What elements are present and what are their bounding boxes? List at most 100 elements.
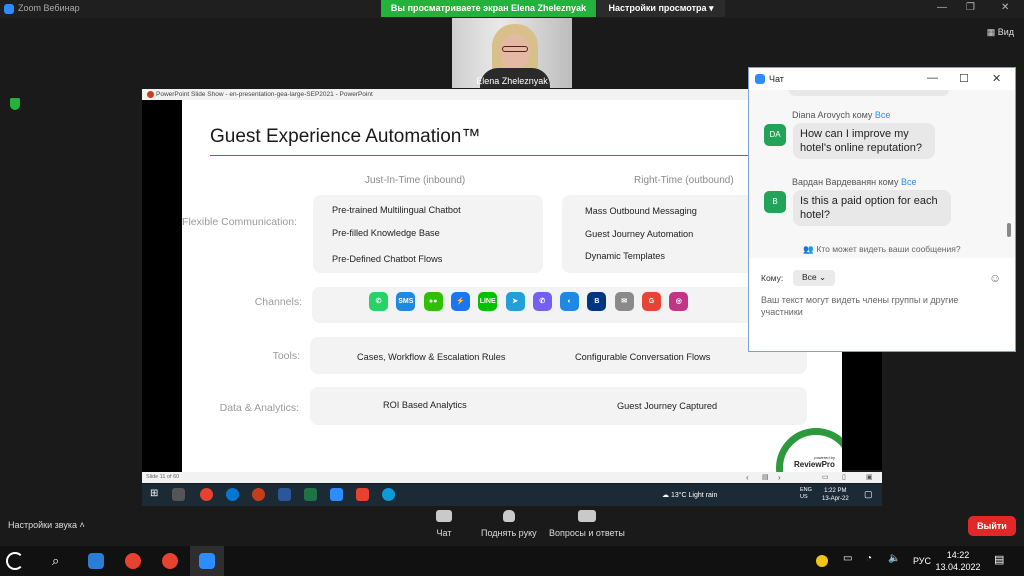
zoom-app-icon xyxy=(330,488,343,501)
qa-icon xyxy=(577,510,596,522)
cloud-icon: ☁ xyxy=(662,492,671,499)
zoom-logo-icon xyxy=(4,4,14,14)
raise-hand-label: Поднять руку xyxy=(481,528,537,538)
previous-message-bubble xyxy=(789,90,949,96)
column-outbound-header: Right-Time (outbound) xyxy=(634,175,734,186)
sender-name: Diana Arovych xyxy=(792,110,851,120)
cortana-icon[interactable] xyxy=(6,552,24,570)
inbound-item: Pre-trained Multilingual Chatbot xyxy=(332,205,461,215)
row-label-tools: Tools: xyxy=(272,350,300,362)
next-slide-icon[interactable]: › xyxy=(778,473,781,482)
chat-panel: Чат — ☐ ✕ Diana Arovych кому Все DA How … xyxy=(748,67,1016,352)
close-icon[interactable]: ✕ xyxy=(992,72,1001,85)
view-settings-button[interactable]: Настройки просмотра ▾ xyxy=(597,0,725,17)
booking-icon: B xyxy=(587,292,607,311)
analytics-item: ROI Based Analytics xyxy=(383,400,467,410)
inbound-item: Pre-Defined Chatbot Flows xyxy=(332,254,443,264)
maximize-icon[interactable]: ❐ xyxy=(966,2,975,13)
chat-input[interactable]: Ваш текст могут видеть члены группы и др… xyxy=(761,294,1001,318)
google-icon: G xyxy=(642,292,661,311)
slideshow-view-icon[interactable]: ▣ xyxy=(866,473,873,481)
volume-icon[interactable]: 🔈 xyxy=(888,553,900,564)
chrome-icon[interactable] xyxy=(125,553,141,569)
chat-messages[interactable]: Diana Arovych кому Все DA How can I impr… xyxy=(749,90,1015,258)
maximize-icon[interactable]: ☐ xyxy=(959,72,969,85)
column-inbound-header: Just-In-Time (inbound) xyxy=(365,175,466,186)
reviewpro-logo-text: powered by ReviewPro xyxy=(794,455,835,469)
chat-button[interactable]: Чат xyxy=(436,510,452,538)
powerpoint-icon xyxy=(147,91,154,98)
minimize-icon[interactable]: — xyxy=(937,2,947,13)
chat-scrollbar[interactable] xyxy=(1007,223,1011,237)
row-label-analytics: Data & Analytics: xyxy=(219,402,299,414)
minimize-icon[interactable]: — xyxy=(927,72,938,84)
messenger-icon: ⚡ xyxy=(450,292,470,311)
screen-share-banner: Вы просматриваете экран Elena Zheleznyak xyxy=(381,0,596,17)
raise-hand-button[interactable]: Поднять руку xyxy=(481,510,537,538)
channels-box: ✆ SMS ●● ⚡ LINE ➤ ✆ ◐ B ✉ G ◎ xyxy=(312,287,754,323)
people-icon: 👥 xyxy=(803,244,817,254)
recipient[interactable]: Все xyxy=(901,177,917,187)
shared-screen-taskbar: ⊞ ☁ 13°C Light rain ENG US 1:22 PM 13-Apr… xyxy=(142,484,882,506)
slide-sorter-icon[interactable]: ▤ xyxy=(762,473,769,481)
line-icon: LINE xyxy=(478,292,498,311)
row-label-communication: Flexible Communication: xyxy=(182,216,297,228)
tools-box: Cases, Workflow & Escalation Rules Confi… xyxy=(310,337,807,374)
normal-view-icon[interactable]: ▭ xyxy=(822,473,829,481)
exit-button[interactable]: Выйти xyxy=(968,516,1016,536)
reading-view-icon[interactable]: ▯ xyxy=(842,473,846,481)
avatar: В xyxy=(764,191,786,213)
emoji-icon[interactable]: ☺ xyxy=(989,271,1001,285)
word-icon xyxy=(278,488,291,501)
qa-button[interactable]: Вопросы и ответы xyxy=(549,510,625,538)
title-underline xyxy=(210,155,830,156)
zoom-taskbar-icon[interactable] xyxy=(199,553,215,569)
to-word: кому xyxy=(852,110,873,120)
avatar: DA xyxy=(764,124,786,146)
close-icon[interactable]: ✕ xyxy=(1001,2,1009,13)
recipient-select[interactable]: Все ⌄ xyxy=(793,270,835,286)
recipient[interactable]: Все xyxy=(875,110,891,120)
outbound-item: Guest Journey Automation xyxy=(585,229,694,239)
qa-label: Вопросы и ответы xyxy=(549,528,625,538)
clock-date: 13-Apr-22 xyxy=(822,496,849,502)
action-center-icon[interactable]: ▤ xyxy=(994,553,1004,566)
row-label-channels: Channels: xyxy=(254,296,302,308)
tray-app-icon[interactable] xyxy=(816,555,828,567)
zoom-logo-icon xyxy=(755,74,765,84)
video-glasses xyxy=(502,46,528,52)
slide-title: Guest Experience Automation™ xyxy=(210,126,481,147)
wechat-icon: ●● xyxy=(423,292,443,311)
powerpoint-title-bar: PowerPoint Slide Show - en-presentation-… xyxy=(142,89,842,100)
security-shield-icon[interactable] xyxy=(10,98,20,110)
privacy-link[interactable]: 👥 Кто может видеть ваши сообщения? xyxy=(749,244,1015,255)
whatsapp-icon: ✆ xyxy=(369,292,388,311)
window-title: Zoom Вебинар xyxy=(18,3,80,13)
instagram-icon: ◎ xyxy=(669,292,689,311)
skype-icon xyxy=(226,488,239,501)
audio-settings-button[interactable]: Настройки звука ˄ xyxy=(8,520,85,530)
hand-icon xyxy=(502,510,515,522)
outbound-item: Mass Outbound Messaging xyxy=(585,206,697,216)
view-button[interactable]: ▦ Вид xyxy=(987,27,1014,38)
web-icon: ◐ xyxy=(560,292,580,311)
privacy-text: Кто может видеть ваши сообщения? xyxy=(816,244,961,254)
presentation-slide: Guest Experience Automation™ Just-In-Tim… xyxy=(182,100,842,472)
windows-taskbar: ⌕ ▭ ◔ 🔈 ▤ xyxy=(0,546,1024,576)
system-language[interactable]: РУС xyxy=(913,556,931,566)
view-label: Вид xyxy=(997,27,1014,37)
prev-slide-icon[interactable]: ‹ xyxy=(746,473,749,482)
to-word: кому xyxy=(878,177,899,187)
system-date: 13.04.2022 xyxy=(935,562,981,572)
search-icon[interactable]: ⌕ xyxy=(52,553,59,569)
inbound-item: Pre-filled Knowledge Base xyxy=(332,228,440,238)
battery-icon[interactable]: ▭ xyxy=(843,553,852,564)
to-label: Кому: xyxy=(761,273,784,283)
notification-icon: ▢ xyxy=(864,489,873,499)
store-icon[interactable] xyxy=(88,553,104,569)
system-clock[interactable]: 14:22 13.04.2022 xyxy=(934,549,982,573)
email-icon: ✉ xyxy=(614,292,634,311)
wifi-icon[interactable]: ◔ xyxy=(866,553,872,564)
slide-counter: Slide 11 of 60 xyxy=(146,474,180,480)
chrome-profile-icon[interactable] xyxy=(162,553,178,569)
